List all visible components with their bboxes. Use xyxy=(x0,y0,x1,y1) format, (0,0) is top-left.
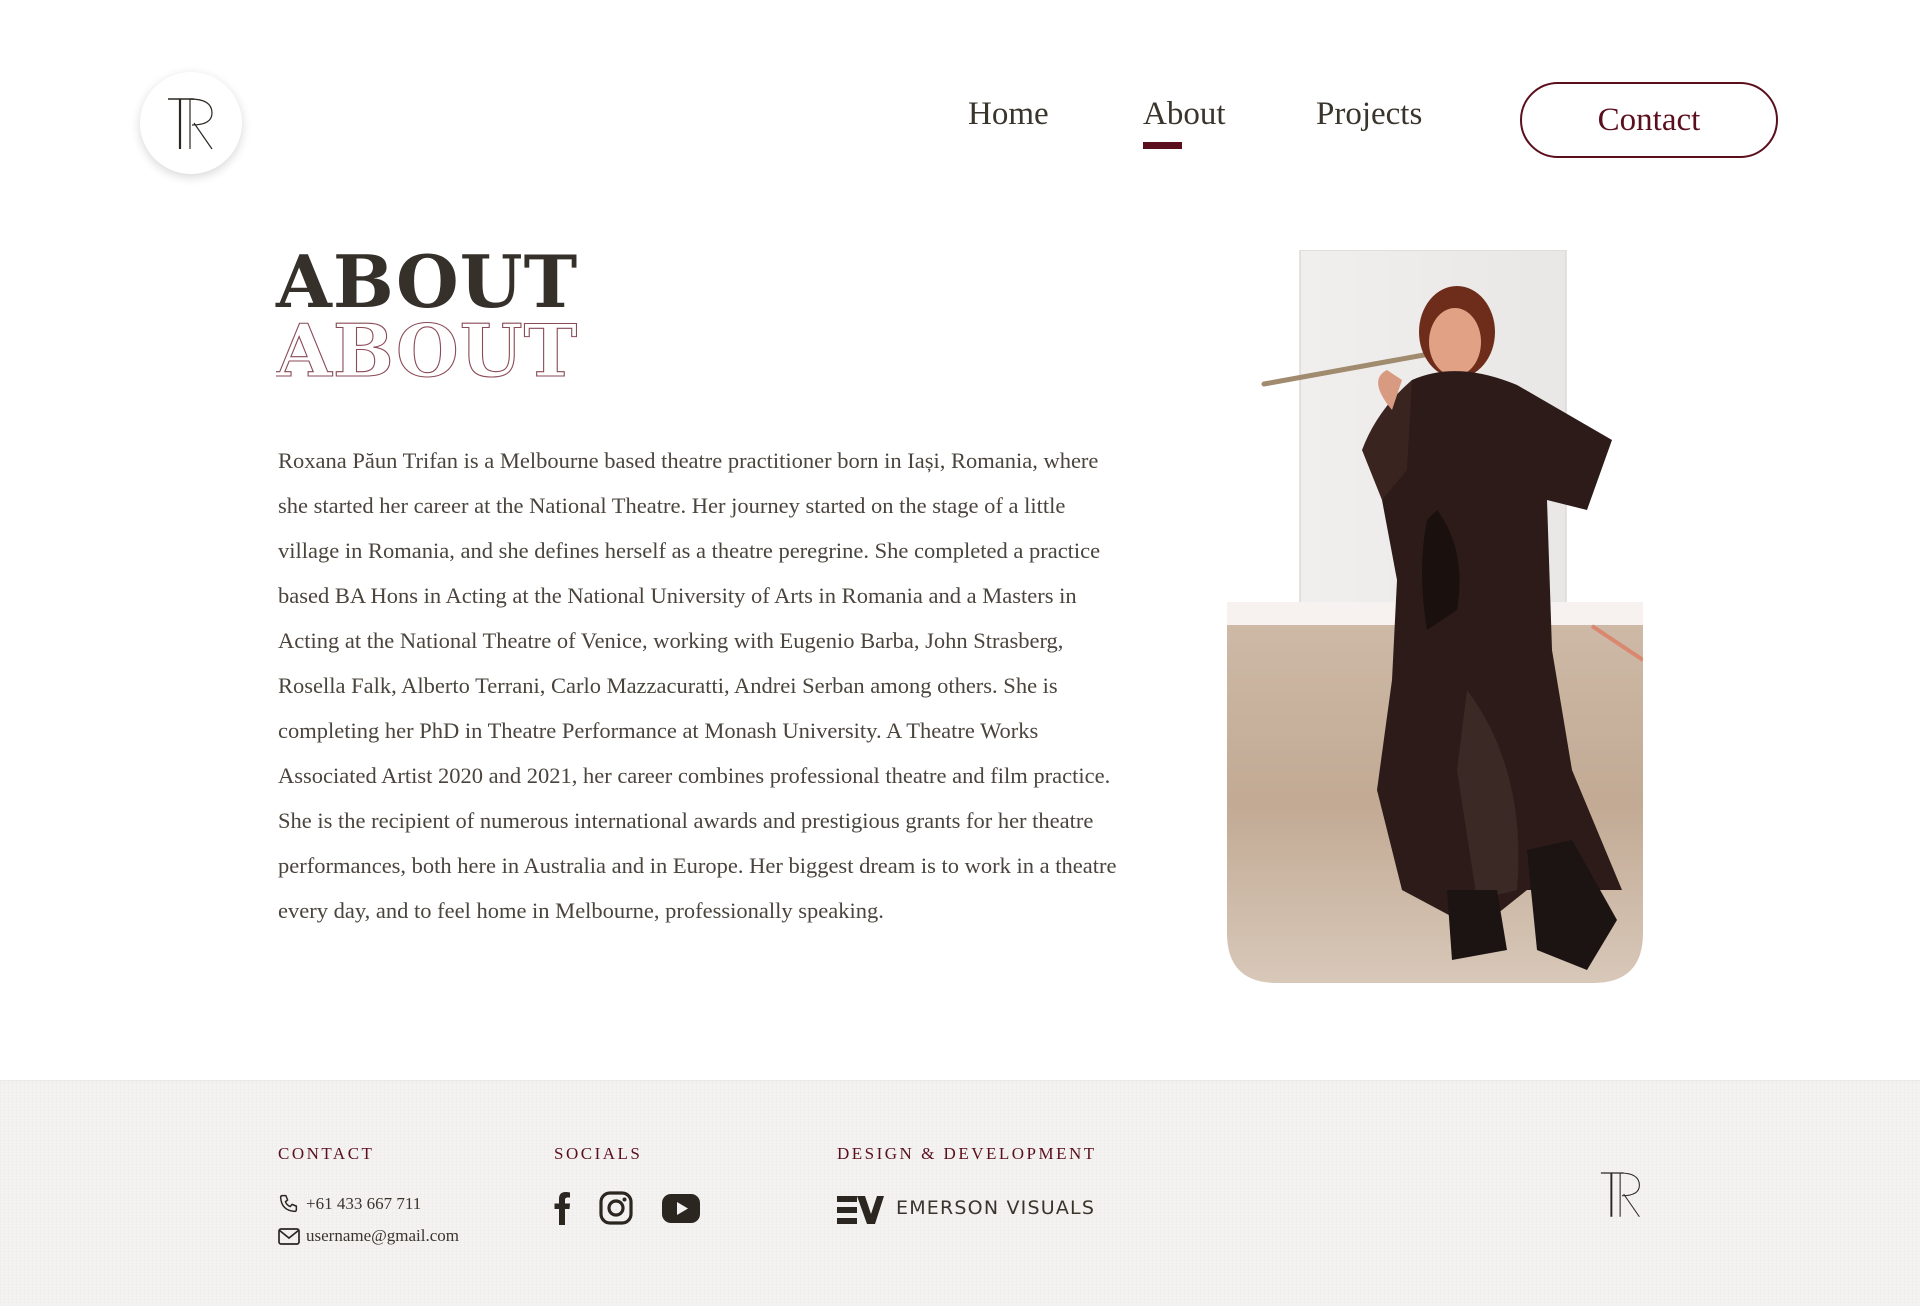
instagram-icon[interactable] xyxy=(599,1191,633,1225)
tr-monogram-icon xyxy=(168,98,213,150)
portrait-photo xyxy=(1227,250,1643,983)
about-page: Home About Projects Contact ABOUT ABOUT … xyxy=(0,0,1920,1306)
footer-email[interactable]: username@gmail.com xyxy=(306,1226,459,1246)
title-outline-text: ABOUT xyxy=(276,312,578,392)
logo-button[interactable] xyxy=(140,72,242,174)
page-title: ABOUT xyxy=(276,239,579,324)
bio-paragraph: Roxana Păun Trifan is a Melbourne based … xyxy=(278,448,1117,923)
mail-icon xyxy=(278,1228,300,1245)
nav-active-indicator xyxy=(1143,142,1182,149)
youtube-icon[interactable] xyxy=(662,1194,700,1223)
footer-design-heading: DESIGN & DEVELOPMENT xyxy=(837,1144,1097,1163)
footer-socials-heading: SOCIALS xyxy=(554,1144,643,1163)
facebook-icon[interactable] xyxy=(553,1191,571,1225)
emerson-visuals-logo-icon[interactable] xyxy=(837,1196,884,1224)
nav-home[interactable]: Home xyxy=(968,96,1049,133)
nav-projects[interactable]: Projects xyxy=(1316,96,1422,133)
footer-contact-heading: CONTACT xyxy=(278,1144,375,1163)
footer-tr-monogram-icon xyxy=(1600,1172,1640,1218)
page-title-outline: ABOUT xyxy=(276,312,578,392)
footer-design-brand[interactable]: EMERSON VISUALS xyxy=(896,1197,1095,1219)
phone-icon xyxy=(279,1194,298,1213)
nav-about[interactable]: About xyxy=(1143,96,1226,133)
contact-button[interactable]: Contact xyxy=(1520,82,1778,158)
footer-phone[interactable]: +61 433 667 711 xyxy=(306,1194,421,1214)
